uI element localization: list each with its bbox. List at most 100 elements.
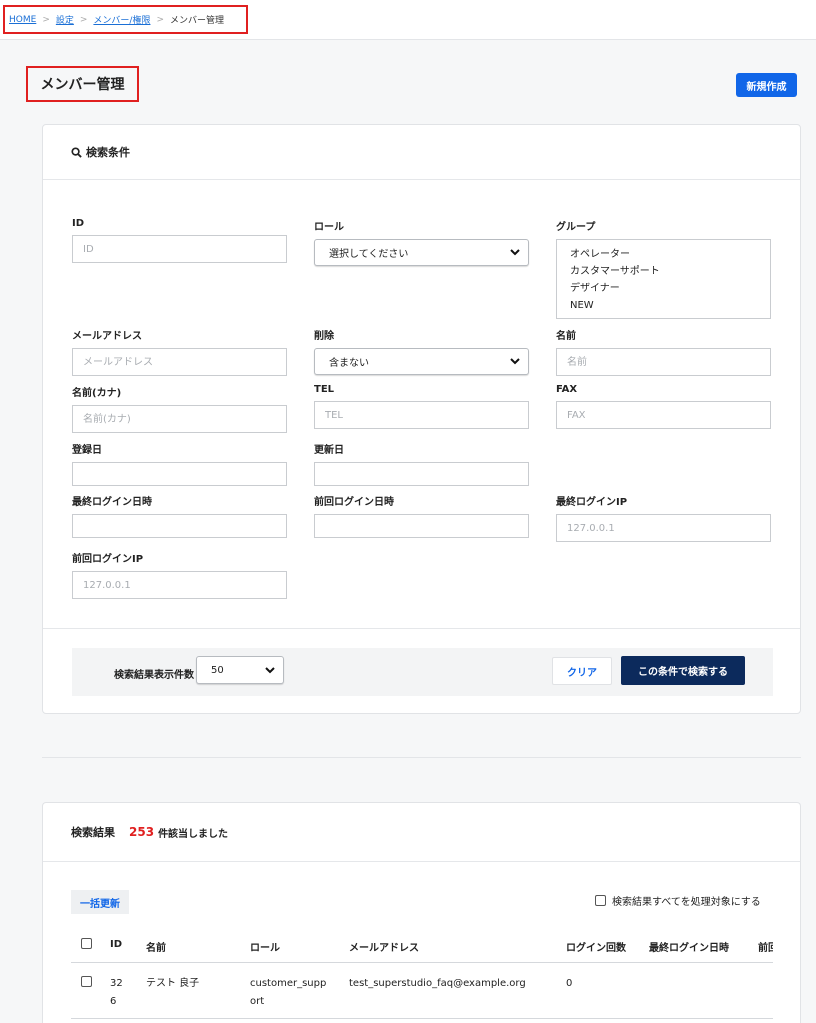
row-email: test_superstudio_faq@example.org	[349, 978, 526, 989]
registered-date-label: 登録日	[72, 445, 102, 456]
column-header-id[interactable]: ID	[110, 939, 122, 950]
column-header-login-count[interactable]: ログイン回数	[566, 939, 626, 954]
tel-label: TEL	[314, 384, 335, 395]
tel-field-group: TEL	[314, 384, 529, 429]
name-label: 名前	[556, 331, 576, 342]
search-conditions-card: 検索条件 ID ロール 選択してください グループ オペレーター カスタマーサポ…	[42, 124, 801, 714]
breadcrumb-settings-link[interactable]: 設定	[56, 13, 74, 26]
per-page-select[interactable]: 50	[196, 656, 284, 684]
id-label: ID	[72, 218, 85, 229]
row-checkbox[interactable]	[81, 976, 92, 994]
last-login-ip-label: 最終ログインIP	[556, 497, 628, 508]
column-header-last-login[interactable]: 最終ログイン日時	[649, 939, 729, 954]
prev-login-ip-input[interactable]	[72, 571, 287, 599]
last-login-field-group: 最終ログイン日時	[72, 493, 287, 538]
search-submit-button[interactable]: この条件で検索する	[621, 656, 745, 685]
deleted-field-group: 削除 含まない	[314, 327, 529, 375]
search-results-title: 検索結果	[71, 826, 115, 839]
last-login-label: 最終ログイン日時	[72, 497, 152, 508]
deleted-select[interactable]: 含まない	[314, 348, 529, 375]
top-bar: HOME > 設定 > メンバー/権限 > メンバー管理	[0, 0, 816, 40]
prev-login-input[interactable]	[314, 514, 529, 538]
page-title-highlight: メンバー管理	[26, 66, 139, 102]
search-footer-divider	[43, 628, 800, 629]
fax-input[interactable]	[556, 401, 771, 429]
updated-date-field-group: 更新日	[314, 441, 529, 486]
page-title: メンバー管理	[40, 77, 125, 93]
role-select[interactable]: 選択してください	[314, 239, 529, 266]
prev-login-field-group: 前回ログイン日時	[314, 493, 529, 538]
chevron-down-icon	[265, 666, 275, 673]
row-login-count: 0	[566, 978, 573, 989]
search-results-card: 検索結果 253 件該当しました 一括更新 検索結果すべてを処理対象にする ID…	[42, 802, 801, 1023]
name-kana-input[interactable]	[72, 405, 287, 433]
bulk-update-button[interactable]: 一括更新	[71, 890, 129, 914]
breadcrumb-current: メンバー管理	[170, 16, 225, 26]
chevron-down-icon	[510, 249, 520, 256]
section-divider	[42, 757, 801, 758]
table-header: ID 名前 ロール メールアドレス ログイン回数 最終ログイン日時 前回ログイン…	[71, 927, 773, 963]
group-option[interactable]: カスタマーサポート	[570, 263, 770, 280]
clear-button[interactable]: クリア	[552, 657, 612, 685]
name-kana-label: 名前(カナ)	[72, 388, 122, 399]
role-field-group: ロール 選択してください	[314, 218, 529, 266]
results-table: ID 名前 ロール メールアドレス ログイン回数 最終ログイン日時 前回ログイン…	[71, 927, 773, 1023]
row-id: 326	[110, 978, 123, 1007]
select-all-label: 検索結果すべてを処理対象にする	[612, 897, 761, 908]
chevron-down-icon	[510, 358, 520, 365]
id-field-group: ID	[72, 218, 287, 263]
name-kana-field-group: 名前(カナ)	[72, 384, 287, 433]
column-header-role[interactable]: ロール	[250, 939, 280, 954]
per-page-value: 50	[211, 664, 224, 676]
group-option[interactable]: NEW	[570, 297, 770, 314]
name-input[interactable]	[556, 348, 771, 376]
breadcrumb-members-permissions-link[interactable]: メンバー/権限	[93, 13, 150, 26]
email-field-group: メールアドレス	[72, 327, 287, 376]
last-login-input[interactable]	[72, 514, 287, 538]
breadcrumb-home-link[interactable]: HOME	[9, 15, 36, 25]
search-conditions-title: 検索条件	[86, 146, 130, 159]
last-login-ip-field-group: 最終ログインIP	[556, 493, 771, 542]
breadcrumb-separator: >	[79, 14, 88, 25]
column-header-name[interactable]: 名前	[146, 939, 166, 954]
column-header-email[interactable]: メールアドレス	[349, 939, 419, 954]
fax-label: FAX	[556, 384, 578, 395]
fax-field-group: FAX	[556, 384, 771, 429]
row-role: customer_support	[250, 978, 327, 1007]
prev-login-ip-field-group: 前回ログインIP	[72, 550, 287, 599]
tel-input[interactable]	[314, 401, 529, 429]
role-select-value: 選択してください	[329, 249, 409, 260]
last-login-ip-input[interactable]	[556, 514, 771, 542]
group-field-group: グループ オペレーター カスタマーサポート デザイナー NEW	[556, 218, 771, 319]
registered-date-input[interactable]	[72, 462, 287, 486]
updated-date-label: 更新日	[314, 445, 344, 456]
name-field-group: 名前	[556, 327, 771, 376]
select-all-results[interactable]: 検索結果すべてを処理対象にする	[595, 893, 761, 908]
email-input[interactable]	[72, 348, 287, 376]
new-member-button[interactable]: 新規作成	[736, 73, 797, 97]
select-all-checkbox[interactable]	[595, 895, 606, 906]
column-header-prev-login[interactable]: 前回ログイン日時	[758, 939, 773, 954]
search-conditions-header: 検索条件	[43, 125, 800, 180]
id-input[interactable]	[72, 235, 287, 263]
group-option[interactable]: オペレーター	[570, 246, 770, 263]
group-option[interactable]: デザイナー	[570, 280, 770, 297]
updated-date-input[interactable]	[314, 462, 529, 486]
registered-date-field-group: 登録日	[72, 441, 287, 486]
group-listbox[interactable]: オペレーター カスタマーサポート デザイナー NEW	[556, 239, 771, 319]
role-label: ロール	[314, 222, 344, 233]
email-label: メールアドレス	[72, 331, 142, 342]
deleted-label: 削除	[314, 331, 334, 342]
breadcrumb-separator: >	[42, 14, 50, 25]
group-label: グループ	[556, 222, 596, 233]
result-count-suffix: 件該当しました	[158, 828, 229, 840]
row-name[interactable]: テスト 良子	[146, 975, 199, 993]
table-row[interactable]: 326 テスト 良子 customer_support test_superst…	[71, 963, 773, 1019]
breadcrumb-separator: >	[156, 14, 165, 25]
breadcrumb: HOME > 設定 > メンバー/権限 > メンバー管理	[3, 5, 248, 34]
prev-login-ip-label: 前回ログインIP	[72, 554, 144, 565]
header-checkbox[interactable]	[81, 938, 92, 952]
result-count: 253	[129, 825, 155, 839]
per-page-label: 検索結果表示件数	[114, 670, 194, 681]
search-footer: 検索結果表示件数 50 クリア この条件で検索する	[72, 648, 773, 696]
